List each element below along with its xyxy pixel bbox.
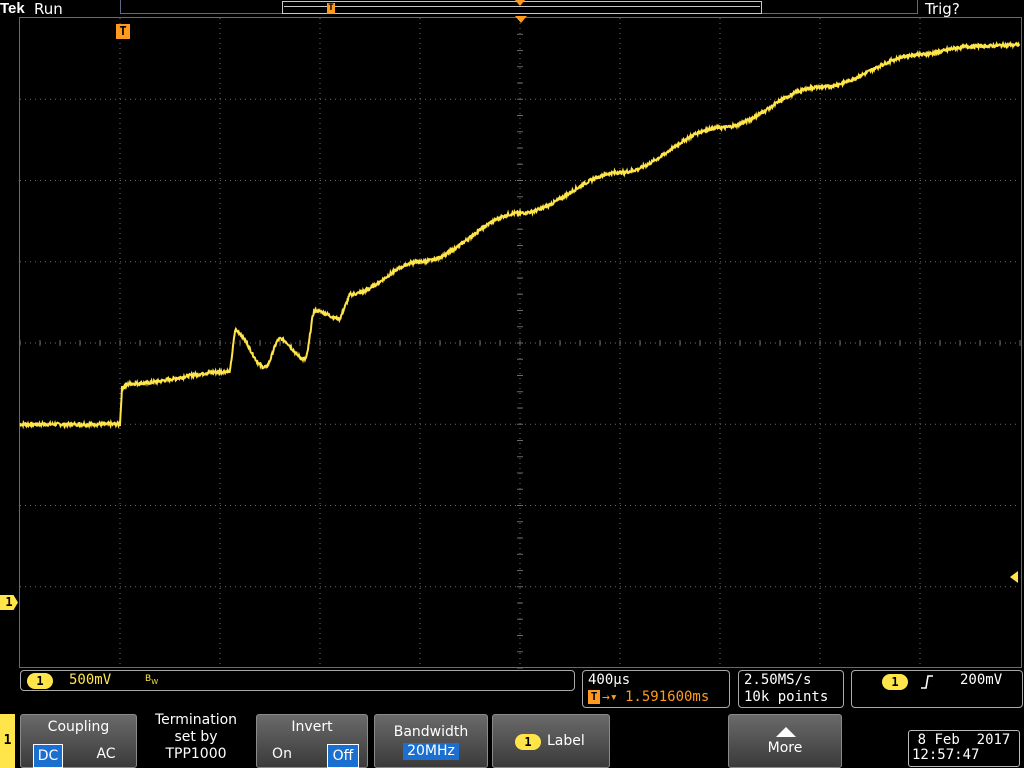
waveform-display [19,17,1021,669]
channel1-readout[interactable]: 1 500mV BW [20,670,575,691]
channel1-pill: 1 [27,673,53,689]
invert-title: Invert [291,719,333,735]
trigger-position-marker[interactable]: T [116,24,130,39]
trigger-readout[interactable]: 1 200mV [851,670,1023,708]
more-button[interactable]: More [728,714,842,768]
bandwidth-button[interactable]: Bandwidth 20MHz [374,714,488,768]
coupling-dc-option[interactable]: DC [33,744,63,768]
trigger-level: 200mV [960,672,1003,688]
more-arrow-icon [776,727,796,737]
coupling-ac-option[interactable]: AC [91,746,121,762]
termination-info: Termination set by TPP1000 [140,712,252,766]
bandwidth-limit-icon: BW [145,674,159,686]
acquisition-readout[interactable]: 2.50MS/s 10k points [738,670,844,708]
invert-button[interactable]: Invert On Off [256,714,368,768]
horizontal-readout[interactable]: 400µs T →▾ 1.591600ms [582,670,730,708]
time-text: 12:57:47 [912,747,980,763]
horizontal-center-marker-icon [515,16,527,23]
invert-off-option[interactable]: Off [327,744,359,768]
label-button[interactable]: 1 Label [492,714,610,768]
termination-line2: set by [174,729,218,745]
label-text: Label [547,733,585,749]
date-time-display: 8 Feb 2017 12:57:47 [908,730,1020,767]
trigger-delay-marker: T [588,690,600,704]
rising-edge-icon [921,675,933,689]
label-channel-pill: 1 [515,734,541,750]
termination-line3: TPP1000 [165,746,227,762]
sample-rate: 2.50MS/s [744,672,812,688]
bandwidth-title: Bandwidth [393,724,469,740]
coupling-title: Coupling [47,719,110,735]
trigger-source-pill: 1 [882,674,908,690]
more-label: More [767,740,803,756]
trigger-delay-value: 1.591600ms [625,689,710,705]
delay-arrow-icon: →▾ [602,690,618,705]
termination-line1: Termination [154,712,238,728]
bandwidth-value: 20MHz [403,743,459,760]
record-length: 10k points [744,689,829,705]
trigger-level-marker-icon[interactable] [1010,571,1018,583]
date-text: 8 Feb 2017 [917,732,1011,748]
invert-on-option[interactable]: On [267,746,297,762]
menu-channel-indicator: 1 [0,714,15,768]
coupling-button[interactable]: Coupling DC AC [20,714,137,768]
channel1-scale: 500mV [69,672,112,688]
time-per-division: 400µs [588,672,631,688]
